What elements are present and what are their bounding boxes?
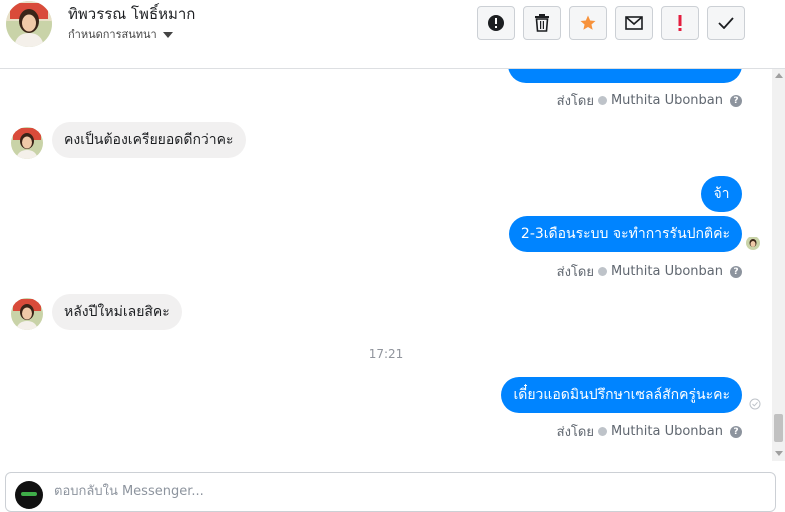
exclamation-icon [678, 15, 682, 31]
incoming-message-bubble[interactable]: หลังปีใหม่เลยสิคะ [52, 294, 182, 330]
contact-name[interactable]: ทิพวรรณ โพธิ์หมาก [68, 2, 195, 26]
reply-input[interactable] [52, 483, 736, 500]
thread-scrollbar[interactable] [772, 69, 785, 461]
scroll-up-arrow[interactable] [775, 73, 783, 78]
caret-down-icon [162, 31, 173, 38]
help-icon[interactable]: ? [730, 265, 742, 278]
sender-name[interactable]: Muthita Ubonban [611, 264, 723, 279]
check-icon [718, 17, 734, 29]
help-icon[interactable]: ? [730, 425, 742, 438]
delivered-check-icon [749, 398, 761, 410]
info-button[interactable] [477, 6, 515, 40]
sender-name[interactable]: Muthita Ubonban [611, 93, 723, 108]
sent-by-prefix: ส่งโดย [556, 265, 594, 280]
sender-name[interactable]: Muthita Ubonban [611, 424, 723, 439]
incoming-message-bubble[interactable]: คงเป็นต้องเครียยอดดีกว่าคะ [52, 122, 246, 158]
sent-check-icon [597, 96, 607, 105]
sent-by-prefix: ส่งโดย [556, 425, 594, 440]
outgoing-message-bubble[interactable] [508, 69, 742, 83]
conversation-label-dropdown[interactable]: กำหนดการสนทนา [68, 25, 173, 43]
scrollbar-thumb[interactable] [774, 414, 783, 442]
conversation-toolbar [477, 6, 745, 40]
conversation-label: กำหนดการสนทนา [68, 28, 157, 41]
seen-avatar [746, 236, 760, 250]
sent-check-icon [597, 427, 607, 436]
mark-unread-button[interactable] [615, 6, 653, 40]
sent-check-icon [597, 267, 607, 276]
outgoing-message-bubble[interactable]: 2-3เดือนระบบ จะทำการรันปกติค่ะ [508, 216, 742, 252]
mark-done-button[interactable] [707, 6, 745, 40]
sent-by-prefix: ส่งโดย [556, 94, 594, 109]
exclamation-circle-icon [488, 15, 504, 31]
star-button[interactable] [569, 6, 607, 40]
message-thread[interactable]: ส่งโดย Muthita Ubonban ? คงเป็นต้องเครีย… [0, 69, 772, 461]
outgoing-message-bubble[interactable]: เดี๋ยวแอดมินปรึกษาเซลล์สักครู่นะคะ [501, 377, 742, 413]
mark-important-button[interactable] [661, 6, 699, 40]
star-icon [580, 15, 596, 30]
contact-avatar[interactable] [6, 1, 52, 47]
sent-by-meta: ส่งโดย Muthita Ubonban ? [557, 90, 742, 111]
envelope-icon [625, 16, 643, 30]
contact-avatar-small[interactable] [11, 298, 43, 330]
contact-avatar-small[interactable] [11, 127, 43, 159]
trash-icon [535, 14, 549, 32]
outgoing-message-bubble[interactable]: จ้า [701, 176, 742, 212]
delete-button[interactable] [523, 6, 561, 40]
reply-composer [5, 472, 776, 512]
sent-by-meta: ส่งโดย Muthita Ubonban ? [557, 421, 742, 442]
time-separator: 17:21 [368, 347, 404, 361]
sent-by-meta: ส่งโดย Muthita Ubonban ? [557, 261, 742, 282]
conversation-header: ทิพวรรณ โพธิ์หมาก กำหนดการสนทนา [0, 0, 785, 69]
scroll-down-arrow[interactable] [775, 451, 783, 456]
help-icon[interactable]: ? [730, 94, 742, 107]
